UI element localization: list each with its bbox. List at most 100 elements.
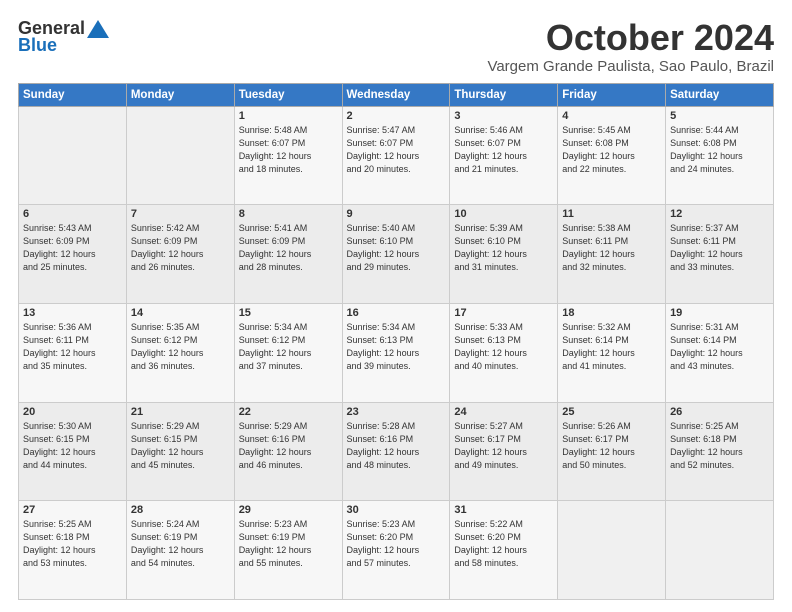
logo: General Blue — [18, 18, 109, 56]
title-section: October 2024 Vargem Grande Paulista, Sao… — [487, 18, 774, 75]
day-number: 31 — [454, 504, 553, 516]
day-info: Sunrise: 5:40 AM Sunset: 6:10 PM Dayligh… — [347, 222, 446, 274]
day-number: 26 — [670, 406, 769, 418]
day-cell: 30 Sunrise: 5:23 AM Sunset: 6:20 PM Dayli… — [342, 501, 450, 600]
day-cell: 31 Sunrise: 5:22 AM Sunset: 6:20 PM Dayli… — [450, 501, 558, 600]
logo-blue-text: Blue — [18, 35, 57, 56]
page: General Blue October 2024 Vargem Grande … — [0, 0, 792, 612]
day-info: Sunrise: 5:47 AM Sunset: 6:07 PM Dayligh… — [347, 124, 446, 176]
day-info: Sunrise: 5:48 AM Sunset: 6:07 PM Dayligh… — [239, 124, 338, 176]
day-header-monday: Monday — [126, 83, 234, 106]
day-number: 10 — [454, 208, 553, 220]
day-info: Sunrise: 5:29 AM Sunset: 6:16 PM Dayligh… — [239, 420, 338, 472]
day-cell: 27 Sunrise: 5:25 AM Sunset: 6:18 PM Dayli… — [19, 501, 127, 600]
day-cell — [666, 501, 774, 600]
day-cell: 2Sunrise: 5:47 AM Sunset: 6:07 PM Daylig… — [342, 106, 450, 205]
day-header-wednesday: Wednesday — [342, 83, 450, 106]
day-cell — [19, 106, 127, 205]
day-info: Sunrise: 5:42 AM Sunset: 6:09 PM Dayligh… — [131, 222, 230, 274]
day-cell — [126, 106, 234, 205]
day-cell: 20Sunrise: 5:30 AM Sunset: 6:15 PM Dayli… — [19, 402, 127, 501]
day-info: Sunrise: 5:39 AM Sunset: 6:10 PM Dayligh… — [454, 222, 553, 274]
day-number: 30 — [347, 504, 446, 516]
logo-icon — [87, 20, 109, 38]
day-number: 8 — [239, 208, 338, 220]
day-number: 21 — [131, 406, 230, 418]
day-cell: 6 Sunrise: 5:43 AM Sunset: 6:09 PM Daylig… — [19, 205, 127, 304]
day-header-saturday: Saturday — [666, 83, 774, 106]
day-info: Sunrise: 5:22 AM Sunset: 6:20 PM Dayligh… — [454, 518, 553, 570]
day-cell: 18 Sunrise: 5:32 AM Sunset: 6:14 PM Dayli… — [558, 303, 666, 402]
day-info: Sunrise: 5:45 AM Sunset: 6:08 PM Dayligh… — [562, 124, 661, 176]
day-info: Sunrise: 5:41 AM Sunset: 6:09 PM Dayligh… — [239, 222, 338, 274]
day-header-sunday: Sunday — [19, 83, 127, 106]
day-cell: 29 Sunrise: 5:23 AM Sunset: 6:19 PM Dayli… — [234, 501, 342, 600]
day-number: 24 — [454, 406, 553, 418]
day-cell: 16 Sunrise: 5:34 AM Sunset: 6:13 PM Dayli… — [342, 303, 450, 402]
day-info: Sunrise: 5:29 AM Sunset: 6:15 PM Dayligh… — [131, 420, 230, 472]
calendar-header-row: SundayMondayTuesdayWednesdayThursdayFrid… — [19, 83, 774, 106]
day-number: 15 — [239, 307, 338, 319]
day-cell: 10 Sunrise: 5:39 AM Sunset: 6:10 PM Dayli… — [450, 205, 558, 304]
day-number: 11 — [562, 208, 661, 220]
day-info: Sunrise: 5:31 AM Sunset: 6:14 PM Dayligh… — [670, 321, 769, 373]
day-number: 6 — [23, 208, 122, 220]
day-cell — [558, 501, 666, 600]
header: General Blue October 2024 Vargem Grande … — [18, 18, 774, 75]
day-number: 20 — [23, 406, 122, 418]
day-number: 29 — [239, 504, 338, 516]
day-cell: 4 Sunrise: 5:45 AM Sunset: 6:08 PM Daylig… — [558, 106, 666, 205]
day-cell: 24 Sunrise: 5:27 AM Sunset: 6:17 PM Dayli… — [450, 402, 558, 501]
location-title: Vargem Grande Paulista, Sao Paulo, Brazi… — [487, 58, 774, 75]
day-number: 28 — [131, 504, 230, 516]
day-info: Sunrise: 5:44 AM Sunset: 6:08 PM Dayligh… — [670, 124, 769, 176]
day-header-tuesday: Tuesday — [234, 83, 342, 106]
day-info: Sunrise: 5:33 AM Sunset: 6:13 PM Dayligh… — [454, 321, 553, 373]
day-number: 14 — [131, 307, 230, 319]
day-number: 9 — [347, 208, 446, 220]
day-number: 4 — [562, 110, 661, 122]
day-cell: 3Sunrise: 5:46 AM Sunset: 6:07 PM Daylig… — [450, 106, 558, 205]
day-info: Sunrise: 5:28 AM Sunset: 6:16 PM Dayligh… — [347, 420, 446, 472]
day-info: Sunrise: 5:43 AM Sunset: 6:09 PM Dayligh… — [23, 222, 122, 274]
day-number: 17 — [454, 307, 553, 319]
day-number: 1 — [239, 110, 338, 122]
day-cell: 19 Sunrise: 5:31 AM Sunset: 6:14 PM Dayli… — [666, 303, 774, 402]
day-cell: 25Sunrise: 5:26 AM Sunset: 6:17 PM Dayli… — [558, 402, 666, 501]
day-number: 3 — [454, 110, 553, 122]
week-row-3: 13Sunrise: 5:36 AM Sunset: 6:11 PM Dayli… — [19, 303, 774, 402]
day-info: Sunrise: 5:25 AM Sunset: 6:18 PM Dayligh… — [23, 518, 122, 570]
day-info: Sunrise: 5:24 AM Sunset: 6:19 PM Dayligh… — [131, 518, 230, 570]
day-header-thursday: Thursday — [450, 83, 558, 106]
day-info: Sunrise: 5:34 AM Sunset: 6:12 PM Dayligh… — [239, 321, 338, 373]
day-cell: 17 Sunrise: 5:33 AM Sunset: 6:13 PM Dayli… — [450, 303, 558, 402]
day-number: 27 — [23, 504, 122, 516]
day-cell: 5Sunrise: 5:44 AM Sunset: 6:08 PM Daylig… — [666, 106, 774, 205]
day-info: Sunrise: 5:25 AM Sunset: 6:18 PM Dayligh… — [670, 420, 769, 472]
day-number: 13 — [23, 307, 122, 319]
day-number: 16 — [347, 307, 446, 319]
month-title: October 2024 — [487, 18, 774, 58]
week-row-2: 6 Sunrise: 5:43 AM Sunset: 6:09 PM Daylig… — [19, 205, 774, 304]
day-cell: 12 Sunrise: 5:37 AM Sunset: 6:11 PM Dayli… — [666, 205, 774, 304]
day-cell: 14 Sunrise: 5:35 AM Sunset: 6:12 PM Dayli… — [126, 303, 234, 402]
day-info: Sunrise: 5:23 AM Sunset: 6:20 PM Dayligh… — [347, 518, 446, 570]
day-info: Sunrise: 5:38 AM Sunset: 6:11 PM Dayligh… — [562, 222, 661, 274]
day-number: 19 — [670, 307, 769, 319]
day-info: Sunrise: 5:34 AM Sunset: 6:13 PM Dayligh… — [347, 321, 446, 373]
day-cell: 21 Sunrise: 5:29 AM Sunset: 6:15 PM Dayli… — [126, 402, 234, 501]
day-info: Sunrise: 5:35 AM Sunset: 6:12 PM Dayligh… — [131, 321, 230, 373]
day-number: 23 — [347, 406, 446, 418]
day-cell: 1 Sunrise: 5:48 AM Sunset: 6:07 PM Daylig… — [234, 106, 342, 205]
day-cell: 28 Sunrise: 5:24 AM Sunset: 6:19 PM Dayli… — [126, 501, 234, 600]
day-info: Sunrise: 5:23 AM Sunset: 6:19 PM Dayligh… — [239, 518, 338, 570]
day-info: Sunrise: 5:37 AM Sunset: 6:11 PM Dayligh… — [670, 222, 769, 274]
day-number: 25 — [562, 406, 661, 418]
day-cell: 8 Sunrise: 5:41 AM Sunset: 6:09 PM Daylig… — [234, 205, 342, 304]
day-number: 12 — [670, 208, 769, 220]
day-info: Sunrise: 5:27 AM Sunset: 6:17 PM Dayligh… — [454, 420, 553, 472]
day-info: Sunrise: 5:32 AM Sunset: 6:14 PM Dayligh… — [562, 321, 661, 373]
day-number: 18 — [562, 307, 661, 319]
day-cell: 11 Sunrise: 5:38 AM Sunset: 6:11 PM Dayli… — [558, 205, 666, 304]
calendar-table: SundayMondayTuesdayWednesdayThursdayFrid… — [18, 83, 774, 600]
